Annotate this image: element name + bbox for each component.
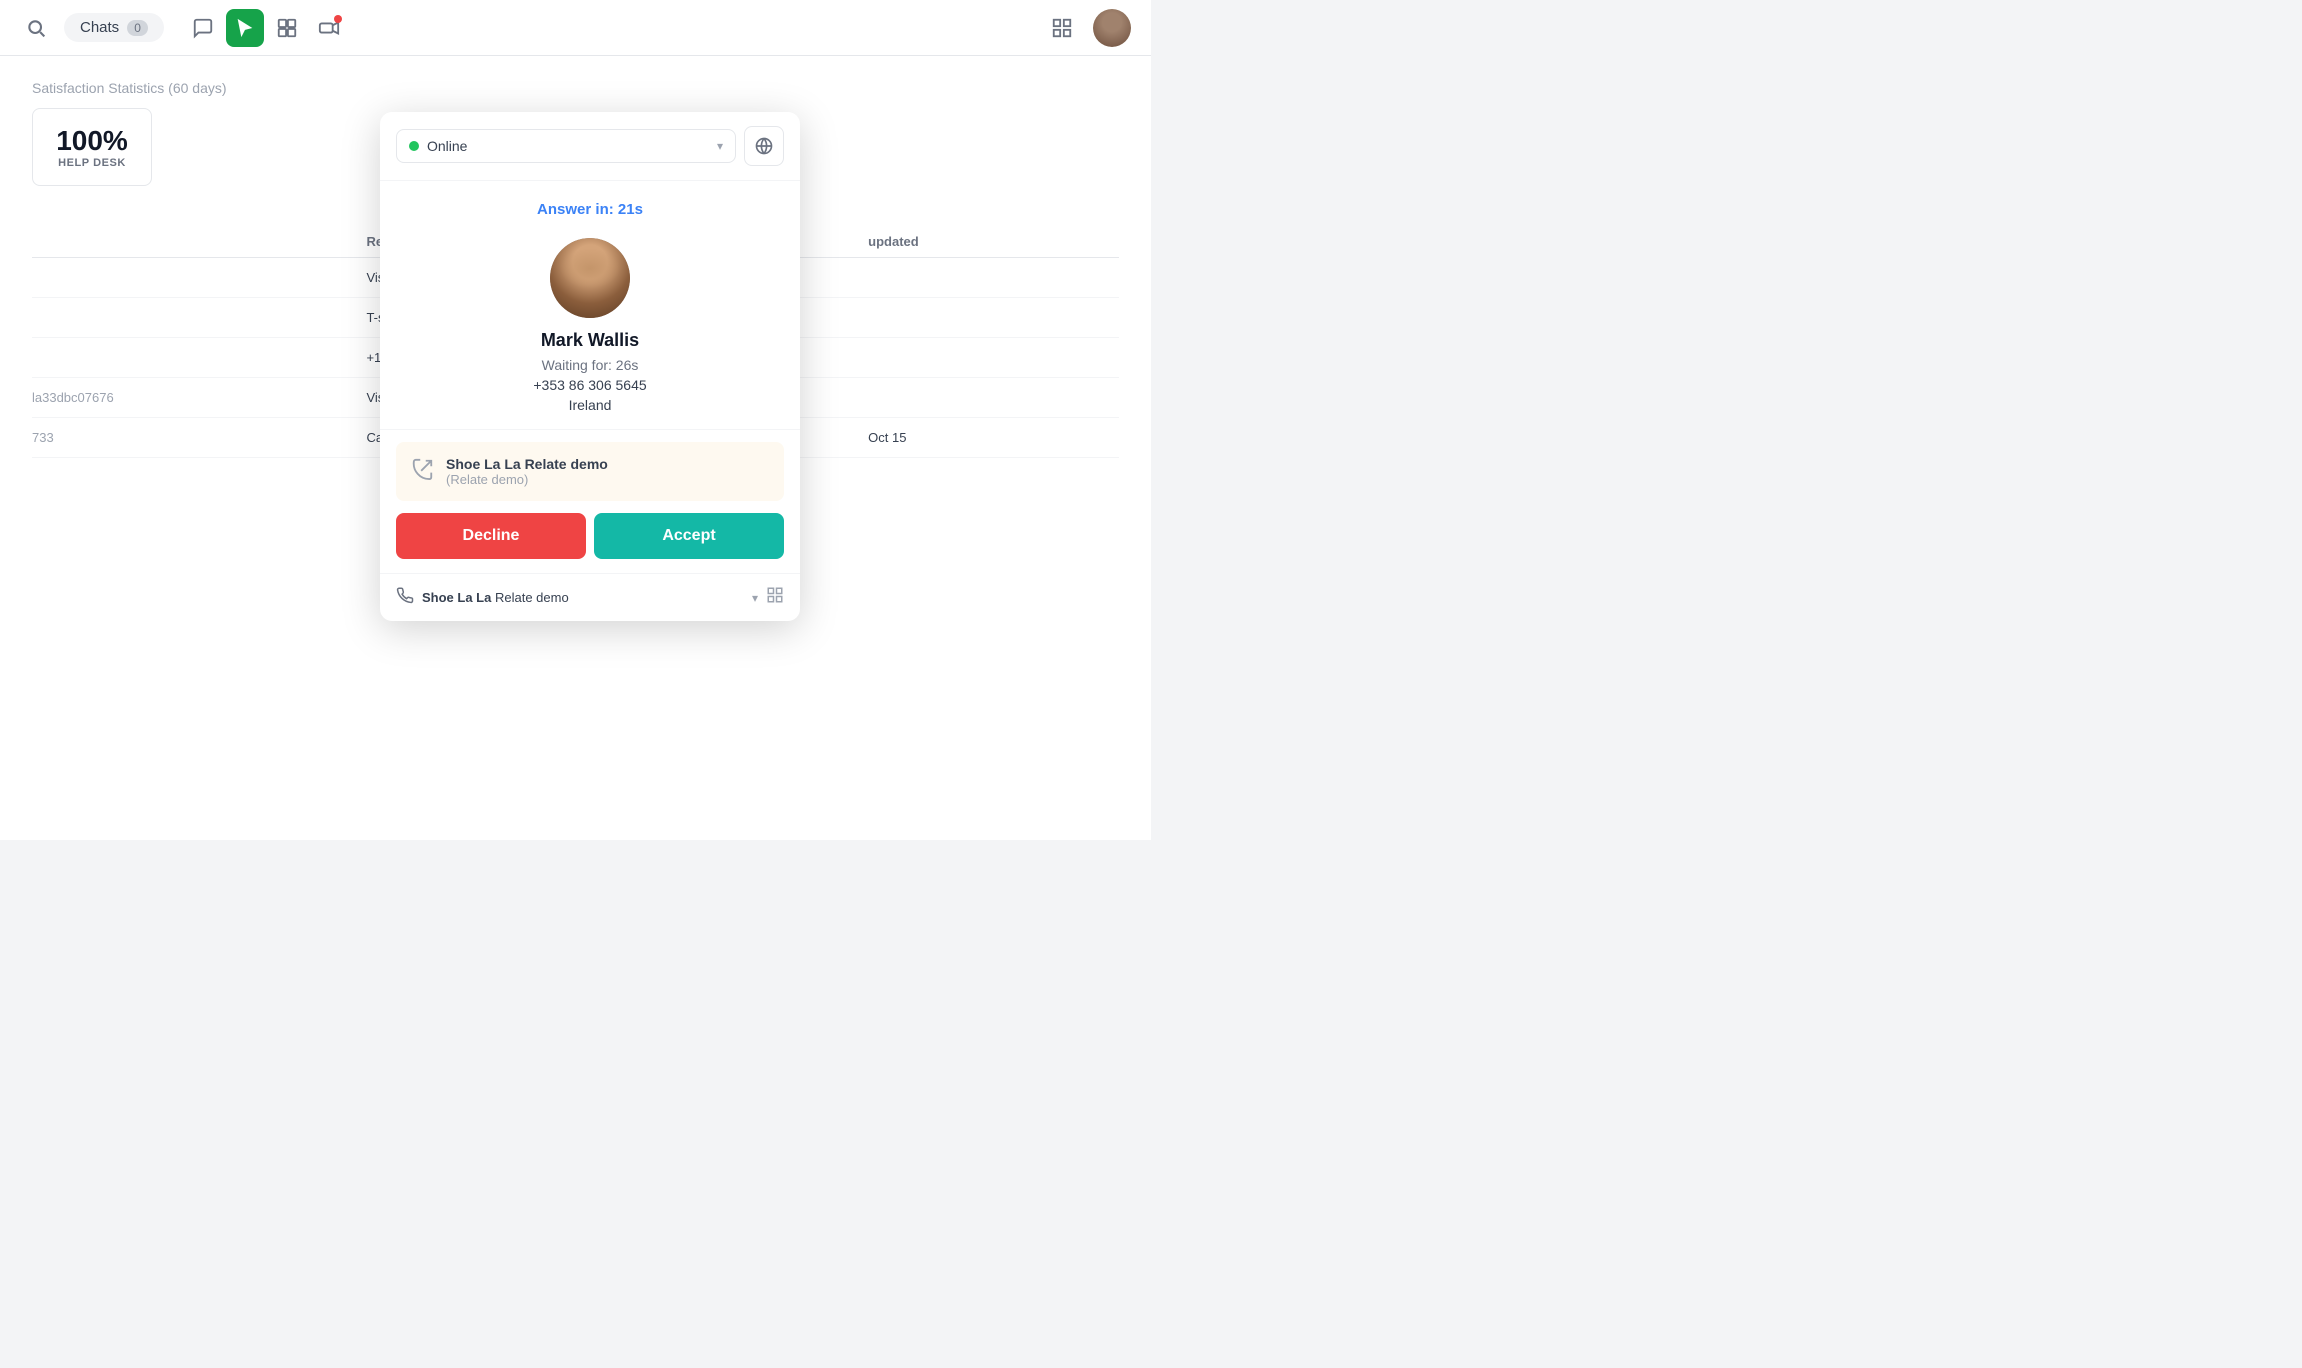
caller-waiting: Waiting for: 26s [396,357,784,373]
table-cell-updated: Oct 15 [868,430,1119,445]
topbar: Chats 0 [0,0,1151,56]
caller-info-section: Answer in: 21s Mark Wallis Waiting for: … [380,181,800,430]
table-cell: la33dbc07676 [32,390,366,405]
decline-button[interactable]: Decline [396,513,586,559]
table-header-updated: updated [868,234,1119,249]
call-info-title: Shoe La La Relate demo [446,456,608,472]
dashboard-icon-button[interactable] [268,9,306,47]
stat-sublabel: HELP DESK [53,157,131,169]
stat-box: 100% HELP DESK [32,108,152,186]
main-content: Satisfaction Statistics (60 days) 100% H… [0,56,1151,840]
stat-title: Satisfaction Statistics (60 days) [32,80,1119,96]
broadcast-icon-button[interactable] [310,9,348,47]
bottom-grid-icon [766,586,784,609]
stat-percent: 100% [53,125,131,157]
status-label: Online [427,138,709,154]
chats-count: 0 [127,20,148,36]
phone-forward-icon [412,458,434,485]
search-button[interactable] [20,12,52,44]
popup-bottom-bar: Shoe La La Relate demo ▾ [380,573,800,621]
chevron-down-icon: ▾ [717,139,723,153]
popup-actions: Decline Accept [396,513,784,559]
accept-button[interactable]: Accept [594,513,784,559]
call-info-text: Shoe La La Relate demo (Relate demo) [446,456,608,487]
topbar-icons [184,9,348,47]
globe-button[interactable] [744,126,784,166]
phone-icon [396,586,414,609]
notification-dot [334,15,342,23]
grid-view-button[interactable] [1043,9,1081,47]
caller-avatar [550,238,630,318]
avatar-image [1093,9,1131,47]
caller-name: Mark Wallis [396,330,784,351]
chats-pill[interactable]: Chats 0 [64,13,164,42]
chats-label: Chats [80,19,119,36]
bottom-call-label: Shoe La La Relate demo [422,590,744,605]
call-info-subtitle: (Relate demo) [446,472,608,487]
caller-avatar-image [550,238,630,318]
caller-phone: +353 86 306 5645 [396,377,784,393]
avatar[interactable] [1093,9,1131,47]
status-dot [409,141,419,151]
incoming-call-popup: Online ▾ Answer in: 21s Mark Wallis Wai [380,112,800,621]
popup-status-bar: Online ▾ [380,112,800,181]
call-info-banner: Shoe La La Relate demo (Relate demo) [396,442,784,501]
status-dropdown[interactable]: Online ▾ [396,129,736,163]
bottom-chevron-icon: ▾ [752,591,758,605]
table-cell: 733 [32,430,366,445]
topbar-right [1043,9,1131,47]
cursor-icon-button[interactable] [226,9,264,47]
chat-icon-button[interactable] [184,9,222,47]
table-header-col1 [32,234,366,249]
caller-country: Ireland [396,397,784,413]
answer-in: Answer in: 21s [396,201,784,218]
